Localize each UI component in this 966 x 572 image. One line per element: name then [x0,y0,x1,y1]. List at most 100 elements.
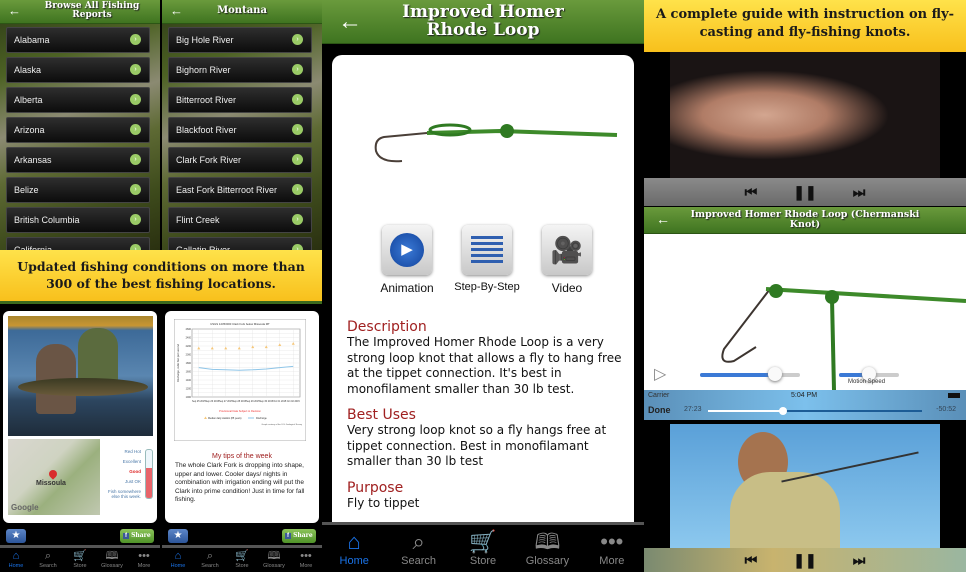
list-item[interactable]: Alabama › [6,27,150,53]
tab-store[interactable]: 🛒 Store [451,525,515,572]
tab-label: Home [8,563,24,569]
pause-icon[interactable]: ❚❚ [793,184,816,201]
skip-back-icon[interactable]: ⏮ [745,552,758,569]
tab-label: More [599,555,625,567]
list-item[interactable]: Arkansas › [6,147,150,173]
back-arrow-icon[interactable]: ← [338,8,362,36]
location-map[interactable]: Missoula Google [8,439,100,515]
y-tick-label: 1000 [186,396,192,399]
gauge-level-label: Just OK [124,479,141,484]
tab-store[interactable]: 🛒 Store [64,548,96,572]
list-item[interactable]: East Fork Bitterroot River › [168,177,312,203]
chevron-right-icon: › [130,124,141,135]
y-tick-label: 1200 [186,388,192,391]
scrub-bar[interactable] [708,407,922,415]
knot-card: ▶ Animation Step-By-Step 🎥 Video Descrip… [332,55,634,535]
list-item[interactable]: Blackfoot River › [168,117,312,143]
share-button[interactable]: f Share [282,529,316,543]
video-button[interactable]: 🎥 Video [537,225,597,295]
list-item-label: Blackfoot River [176,125,237,135]
pause-icon[interactable]: ❚❚ [793,552,816,569]
y-tick-label: 1600 [186,371,192,374]
gauge-level-label: Excellent [122,459,141,464]
elapsed-time: 27:23 [684,406,702,413]
thermometer-gauge [145,449,153,499]
skip-back-icon[interactable]: ⏮ [745,184,758,201]
tab-more[interactable]: ••• More [580,525,644,572]
x-tick-label: Oct 01 2015 [273,400,287,403]
tab-glossary[interactable]: 🕮 Glossary [515,525,579,572]
list-item[interactable]: Clark Fork River › [168,147,312,173]
back-arrow-icon[interactable]: ← [170,3,183,18]
tab-glossary[interactable]: 🕮 Glossary [96,548,128,572]
back-arrow-icon[interactable]: ← [656,211,670,227]
gauge-fill [146,468,152,498]
gauge-level-label: Red Hot [124,449,141,454]
report-card: Missoula Google Red Hot Excellent Good Just… [3,311,157,523]
nav-bar: ← Browse All Fishing Reports [0,0,160,24]
section-heading: Purpose [347,479,404,496]
list-item[interactable]: Flint Creek › [168,207,312,233]
tab-label: Glossary [101,563,123,569]
tab-home[interactable]: ⌂ Home [322,525,386,572]
tab-label: Home [339,555,369,567]
chevron-right-icon: › [292,124,303,135]
tab-label: Glossary [263,563,285,569]
list-item[interactable]: Alaska › [6,57,150,83]
search-icon: ⌕ [206,550,214,562]
animation-button[interactable]: ▶ Animation [377,225,437,295]
motion-speed-slider[interactable] [839,367,899,381]
list-item-label: British Columbia [14,215,80,225]
list-item[interactable]: Arizona › [6,117,150,143]
share-button[interactable]: f Share [120,529,154,543]
casting-video[interactable] [644,52,966,178]
skip-forward-icon[interactable]: ⏭ [853,184,866,201]
share-label: Share [293,532,313,539]
chevron-right-icon: › [292,184,303,195]
done-button[interactable]: Done [648,405,671,415]
tab-more[interactable]: ••• More [128,548,160,572]
tab-search[interactable]: ⌕ Search [32,548,64,572]
tab-home[interactable]: ⌂ Home [162,548,194,572]
list-item-label: Arizona [14,125,45,135]
scrub-thumb[interactable] [778,407,787,415]
tab-search[interactable]: ⌕ Search [386,525,450,572]
tab-glossary[interactable]: 🕮 Glossary [258,548,290,572]
y-tick-label: 2400 [186,337,192,340]
y-tick-label: 1400 [186,379,192,382]
favorite-button[interactable]: ★ [6,529,26,543]
list-item[interactable]: British Columbia › [6,207,150,233]
favorite-button[interactable]: ★ [168,529,188,543]
conditions-gauge: Red Hot Excellent Good Just OK Fish somewher… [100,449,155,509]
tab-home[interactable]: ⌂ Home [0,548,32,572]
list-item-label: Alabama [14,35,50,45]
gauge-level-label: Fish somewhere else this week. [107,489,141,499]
list-item-label: East Fork Bitterroot River [176,185,278,195]
angler-casting-video[interactable] [670,424,940,548]
tab-label: Store [469,555,497,567]
tab-store[interactable]: 🛒 Store [226,548,258,572]
slider-thumb[interactable] [768,367,782,381]
home-icon: ⌂ [347,529,361,554]
list-item[interactable]: Big Hole River › [168,27,312,53]
list-item[interactable]: Bitterroot River › [168,87,312,113]
list-item[interactable]: Alberta › [6,87,150,113]
list-item[interactable]: Belize › [6,177,150,203]
animation-progress-slider[interactable] [700,367,800,381]
tab-label: Home [170,563,186,569]
description-section: Description The Improved Homer Rhode Loo… [347,319,627,397]
skip-forward-icon[interactable]: ⏭ [853,552,866,569]
play-icon[interactable]: ▷ [654,364,666,384]
tab-more[interactable]: ••• More [290,548,322,572]
list-item[interactable]: Bighorn River › [168,57,312,83]
list-item-label: Alberta [14,95,43,105]
nav-bar: ← Montana [162,0,322,24]
back-arrow-icon[interactable]: ← [8,3,21,18]
search-icon: ⌕ [44,550,52,562]
status-time: 5:04 PM [791,392,818,399]
report-screen: Missoula Google Red Hot Excellent Good Just… [0,308,160,572]
player-controls: ⏮ ❚❚ ⏭ [644,548,966,572]
tab-search[interactable]: ⌕ Search [194,548,226,572]
chart-credit: Graph courtesy of the U.S. Geological Su… [262,423,302,426]
step-by-step-button[interactable]: Step-By-Step [447,225,527,295]
